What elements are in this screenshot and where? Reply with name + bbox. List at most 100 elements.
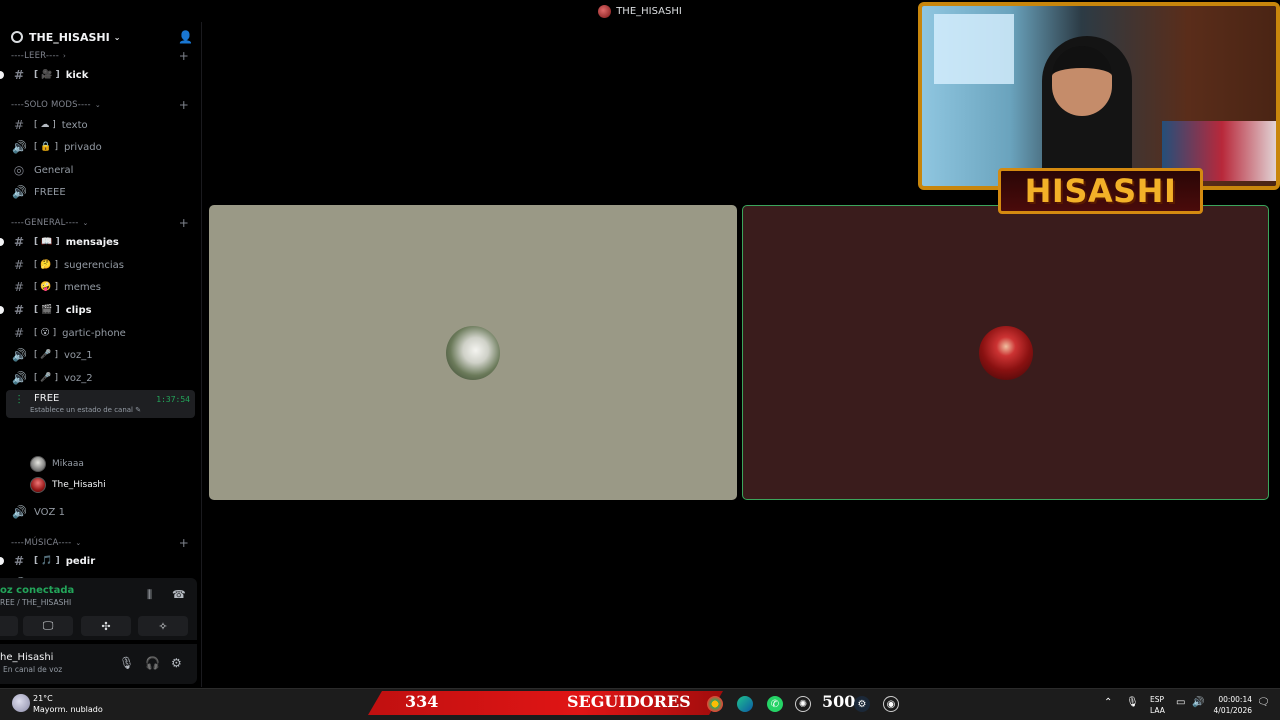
- channel-name: privado: [63, 141, 102, 153]
- speaker-icon: 🔊: [12, 185, 27, 199]
- channel-voz-2[interactable]: 🔊 [ 🎤 ] voz_2: [6, 368, 195, 388]
- soundboard-button[interactable]: ✧: [138, 616, 188, 636]
- chevron-up-icon[interactable]: ⌃: [1104, 697, 1112, 708]
- stage-icon: ◎: [13, 163, 25, 177]
- streamer-name-banner: HISASHI: [998, 168, 1203, 214]
- input-language[interactable]: ESP: [1150, 695, 1164, 704]
- clock-time[interactable]: 00:00:14: [1218, 695, 1252, 704]
- voice-user-mikaaa[interactable]: Mikaaa: [30, 455, 84, 473]
- weather-cloud-icon[interactable]: [12, 694, 30, 712]
- microphone-icon[interactable]: 🎙: [119, 656, 134, 670]
- voice-channel-path[interactable]: REE / THE_HISASHI: [0, 598, 71, 607]
- category-leer[interactable]: ----LEER---- › +: [11, 49, 189, 63]
- channel-mensajes[interactable]: # [ 📖 ] mensajes: [0, 232, 195, 252]
- microphone-icon[interactable]: 🎙: [1126, 697, 1139, 708]
- speaker-icon: 🔊: [12, 371, 27, 385]
- category-musica[interactable]: ----MÚSICA---- ⌄ +: [11, 536, 189, 550]
- disconnect-icon[interactable]: ☎: [172, 588, 186, 601]
- chevron-down-icon: ⌄: [75, 539, 82, 547]
- window-title: THE_HISASHI: [616, 5, 682, 17]
- chatgpt-icon[interactable]: ✺: [795, 696, 811, 712]
- add-channel-icon[interactable]: +: [179, 98, 189, 112]
- webcam-overlay: HISASHI: [918, 0, 1280, 216]
- add-channel-icon[interactable]: +: [179, 49, 189, 63]
- channel-memes[interactable]: # [ 🤪 ] memes: [6, 277, 195, 297]
- hash-icon: #: [13, 258, 25, 272]
- category-general[interactable]: ----GENERAL---- ⌄ +: [11, 216, 189, 230]
- weather-desc: Mayorm. nublado: [33, 705, 103, 714]
- channel-name: FREE: [34, 393, 60, 404]
- voice-active-icon: ⫶: [17, 393, 21, 407]
- follower-label: SEGUIDORES: [567, 692, 691, 711]
- chevron-right-icon: ›: [62, 52, 66, 60]
- user-panel: he_Hisashi En canal de voz 🎙 🎧 ⚙: [0, 644, 197, 684]
- channel-name: texto: [61, 119, 88, 131]
- add-channel-icon[interactable]: +: [179, 216, 189, 230]
- channel-texto[interactable]: # [ ☁ ] texto: [6, 115, 195, 135]
- channel-gartic-phone[interactable]: # [ 😮 ] gartic-phone: [6, 323, 195, 343]
- edge-icon[interactable]: [737, 696, 753, 712]
- channel-clips[interactable]: # [ 🎬 ] clips: [0, 300, 195, 320]
- camera-button[interactable]: [0, 616, 18, 636]
- avatar: [30, 477, 46, 493]
- hash-icon: #: [13, 326, 25, 340]
- channel-privado[interactable]: 🔊 [ 🔒 ] privado: [6, 137, 195, 157]
- headphones-icon[interactable]: 🎧: [145, 656, 160, 670]
- video-tile-mikaaa[interactable]: [209, 205, 737, 500]
- notification-icon[interactable]: 🗨: [1257, 697, 1270, 708]
- hash-icon: #: [13, 235, 25, 249]
- speaker-icon: 🔊: [12, 348, 27, 362]
- avatar: [30, 456, 46, 472]
- participant-avatar: [446, 325, 500, 380]
- network-icon[interactable]: ▭: [1176, 697, 1185, 708]
- hash-icon: #: [13, 303, 25, 317]
- hash-icon: #: [13, 118, 25, 132]
- channel-name: General: [34, 164, 74, 176]
- channel-name: memes: [63, 281, 101, 293]
- voice-user-the-hisashi[interactable]: The_Hisashi: [30, 476, 106, 494]
- chrome-icon[interactable]: [707, 696, 723, 712]
- clock-date[interactable]: 4/01/2026: [1214, 706, 1252, 715]
- channel-sugerencias[interactable]: # [ 🤔 ] sugerencias: [6, 255, 195, 275]
- channel-pedir[interactable]: # [ 🎵 ] pedir: [0, 551, 195, 571]
- channel-freee[interactable]: 🔊 FREEE: [6, 182, 195, 202]
- server-name: THE_HISASHI: [29, 30, 110, 44]
- category-solo-mods[interactable]: ----SOLO MODS---- ⌄ +: [11, 98, 189, 112]
- taskbar: 21°C Mayorm. nublado 334 SEGUIDORES ✆ ✺ …: [0, 688, 1280, 720]
- server-boost-icon: [11, 31, 23, 43]
- invite-people-icon[interactable]: 👤: [178, 30, 193, 44]
- settings-gear-icon[interactable]: ⚙: [171, 656, 182, 670]
- noise-suppression-icon[interactable]: ⫼: [147, 588, 152, 602]
- voice-status: oz conectada: [0, 585, 75, 596]
- unread-indicator: [0, 71, 4, 79]
- activities-button[interactable]: ✣: [81, 616, 131, 636]
- channel-name: voz_2: [63, 372, 93, 384]
- channel-name: VOZ 1: [34, 506, 65, 518]
- server-avatar-icon: [598, 4, 612, 18]
- voice-connected-panel: oz conectada REE / THE_HISASHI ⫼ ☎ 🖵 ✣ ✧: [0, 578, 197, 640]
- channel-name: pedir: [65, 555, 96, 567]
- volume-icon[interactable]: 🔊: [1192, 697, 1204, 708]
- obs-icon[interactable]: ◉: [883, 696, 899, 712]
- follower-count: 334: [405, 692, 439, 711]
- video-tile-the-hisashi-speaking[interactable]: [742, 205, 1269, 500]
- follower-goal: 500: [822, 692, 856, 711]
- speaker-icon: 🔊: [12, 505, 27, 519]
- steam-icon[interactable]: ⚙: [854, 696, 870, 712]
- unread-indicator: [0, 238, 4, 246]
- channel-voz-1[interactable]: 🔊 [ 🎤 ] voz_1: [6, 345, 195, 365]
- channel-free-active[interactable]: ⫶ FREE 1:37:54 Establece un estado de ca…: [6, 390, 195, 418]
- set-channel-status[interactable]: Establece un estado de canal ✎: [30, 406, 141, 414]
- channel-voz1[interactable]: 🔊 VOZ 1: [6, 502, 195, 522]
- server-header[interactable]: THE_HISASHI ⌄ 👤: [0, 22, 201, 52]
- add-channel-icon[interactable]: +: [179, 536, 189, 550]
- speaker-icon: 🔊: [12, 140, 27, 154]
- screen-share-button[interactable]: 🖵: [23, 616, 73, 636]
- whatsapp-icon[interactable]: ✆: [767, 696, 783, 712]
- channel-general-stage[interactable]: ◎ General: [6, 160, 195, 180]
- username[interactable]: he_Hisashi: [0, 652, 53, 663]
- keyboard-layout[interactable]: LAA: [1150, 706, 1165, 715]
- channel-name: sugerencias: [63, 259, 124, 271]
- channel-kick[interactable]: # [ 🎥 ] kick: [0, 65, 195, 85]
- participant-avatar: [978, 325, 1033, 380]
